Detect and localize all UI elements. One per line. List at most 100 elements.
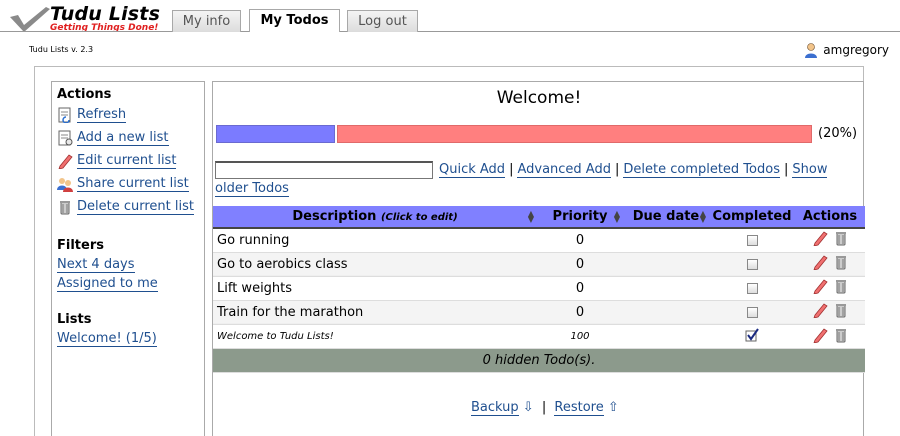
list-welcome[interactable]: Welcome! (1/5) (57, 331, 204, 347)
restore-link[interactable]: Restore (554, 400, 604, 416)
delete-todo-icon[interactable] (834, 327, 848, 343)
todo-priority: 0 (537, 228, 623, 253)
progress-percent: (20%) (818, 126, 858, 141)
tab-my-info[interactable]: My info (172, 10, 241, 32)
delete-list-label: Delete current list (77, 199, 194, 215)
delete-todo-icon[interactable] (834, 254, 848, 270)
col-description-hint: (Click to edit) (380, 212, 458, 223)
todo-completed (709, 228, 795, 253)
todo-table: Description (Click to edit) ▲ ▼ Priority … (213, 206, 865, 373)
todo-due-date (623, 324, 709, 349)
checkmark-logo-icon (10, 7, 50, 32)
table-row[interactable]: Welcome to Tudu Lists! 100 (213, 324, 865, 349)
col-due-label: Due date (632, 209, 700, 224)
upload-arrow-icon: ⇧ (607, 400, 619, 415)
checkbox-unchecked[interactable] (746, 258, 758, 270)
todo-actions-row: Quick Add | Advanced Add | Delete completed … (439, 162, 828, 178)
todo-body: Go running 0 Go to aerobics class 0 Lift wei… (213, 228, 865, 373)
todo-actions (795, 324, 865, 349)
edit-list-label: Edit current list (77, 153, 177, 169)
table-row[interactable]: Train for the marathon 0 (213, 300, 865, 325)
hidden-todos-text: 0 hidden Todo(s). (213, 348, 865, 373)
lists-heading: Lists (57, 312, 92, 327)
filter-assigned-to-me[interactable]: Assigned to me (57, 276, 204, 292)
sort-arrows-icon[interactable]: ▲ ▼ (700, 210, 706, 224)
table-row[interactable]: Go to aerobics class 0 (213, 252, 865, 277)
delete-todo-icon[interactable] (834, 278, 848, 294)
todo-description[interactable]: Go running (213, 228, 537, 253)
delete-list-link[interactable]: Delete current list (57, 198, 204, 216)
col-due-date[interactable]: Due date ▲ ▼ (623, 206, 709, 229)
refresh-icon (58, 107, 71, 123)
backup-link[interactable]: Backup (471, 400, 519, 416)
separator: | (614, 162, 620, 177)
advanced-add-link[interactable]: Advanced Add (517, 162, 611, 178)
older-todos-link[interactable]: older Todos (215, 181, 289, 197)
share-list-link[interactable]: Share current list (57, 175, 204, 193)
progress-done (216, 125, 336, 143)
todo-due-date (623, 228, 709, 253)
progress-remaining (337, 125, 812, 143)
delete-completed-link[interactable]: Delete completed Todos (623, 162, 780, 178)
table-row[interactable]: Lift weights 0 (213, 276, 865, 301)
older-todos: older Todos (215, 181, 289, 197)
todo-actions (795, 252, 865, 277)
col-description[interactable]: Description (Click to edit) ▲ ▼ (213, 206, 537, 229)
todo-priority: 100 (537, 324, 623, 349)
tab-my-todos[interactable]: My Todos (249, 9, 340, 32)
refresh-link[interactable]: Refresh (57, 106, 204, 124)
share-icon (57, 178, 73, 192)
list-title: Welcome! (496, 88, 582, 108)
checkbox-unchecked[interactable] (746, 234, 758, 246)
show-older-link[interactable]: Show (792, 162, 828, 178)
todo-completed (709, 324, 795, 349)
list-welcome-label: Welcome! (1/5) (57, 331, 157, 347)
delete-todo-icon[interactable] (834, 230, 848, 246)
edit-list-link[interactable]: Edit current list (57, 152, 204, 170)
col-actions: Actions (795, 206, 865, 229)
sidebar: Actions Refresh Add a new list Edit curr… (51, 81, 205, 436)
col-priority[interactable]: Priority ▲ ▼ (537, 206, 623, 229)
current-user[interactable]: amgregory (803, 42, 889, 58)
checkbox-checked[interactable] (745, 327, 759, 342)
edit-todo-icon[interactable] (812, 278, 828, 294)
hidden-todos-row: 0 hidden Todo(s). (213, 348, 865, 373)
col-priority-label: Priority (552, 209, 608, 224)
quick-add-link[interactable]: Quick Add (439, 162, 506, 178)
todo-actions (795, 276, 865, 301)
quick-add-input[interactable] (215, 161, 433, 179)
todo-description[interactable]: Welcome to Tudu Lists! (213, 324, 537, 349)
todo-priority: 0 (537, 276, 623, 301)
sort-arrows-icon[interactable]: ▲ ▼ (614, 210, 620, 224)
tabs-divider (0, 31, 900, 32)
todo-due-date (623, 252, 709, 277)
todo-description[interactable]: Train for the marathon (213, 300, 537, 325)
col-completed: Completed (709, 206, 795, 229)
filter-next-4-days[interactable]: Next 4 days (57, 257, 204, 273)
checkbox-unchecked[interactable] (746, 282, 758, 294)
delete-todo-icon[interactable] (834, 302, 848, 318)
todo-completed (709, 300, 795, 325)
table-row[interactable]: Go running 0 (213, 228, 865, 253)
filters-heading: Filters (57, 238, 104, 253)
checkbox-unchecked[interactable] (746, 306, 758, 318)
user-icon (805, 43, 818, 58)
tab-log-out[interactable]: Log out (347, 10, 418, 32)
add-list-link[interactable]: Add a new list (57, 129, 204, 147)
todo-description[interactable]: Go to aerobics class (213, 252, 537, 277)
edit-todo-icon[interactable] (812, 230, 828, 247)
todo-due-date (623, 276, 709, 301)
edit-todo-icon[interactable] (812, 254, 828, 270)
filter-next-4-days-label: Next 4 days (57, 257, 135, 273)
col-description-label: Description (292, 209, 377, 224)
separator: | (541, 400, 547, 415)
todo-completed (709, 252, 795, 277)
todo-description[interactable]: Lift weights (213, 276, 537, 301)
edit-todo-icon[interactable] (812, 302, 828, 318)
sort-arrows-icon[interactable]: ▲ ▼ (528, 210, 534, 224)
todo-content: Welcome! (20%) Quick Add | Advanced Add | De… (212, 81, 865, 436)
pencil-icon (58, 154, 73, 169)
todo-priority: 0 (537, 252, 623, 277)
edit-todo-icon[interactable] (812, 327, 828, 343)
user-name: amgregory (823, 43, 889, 57)
